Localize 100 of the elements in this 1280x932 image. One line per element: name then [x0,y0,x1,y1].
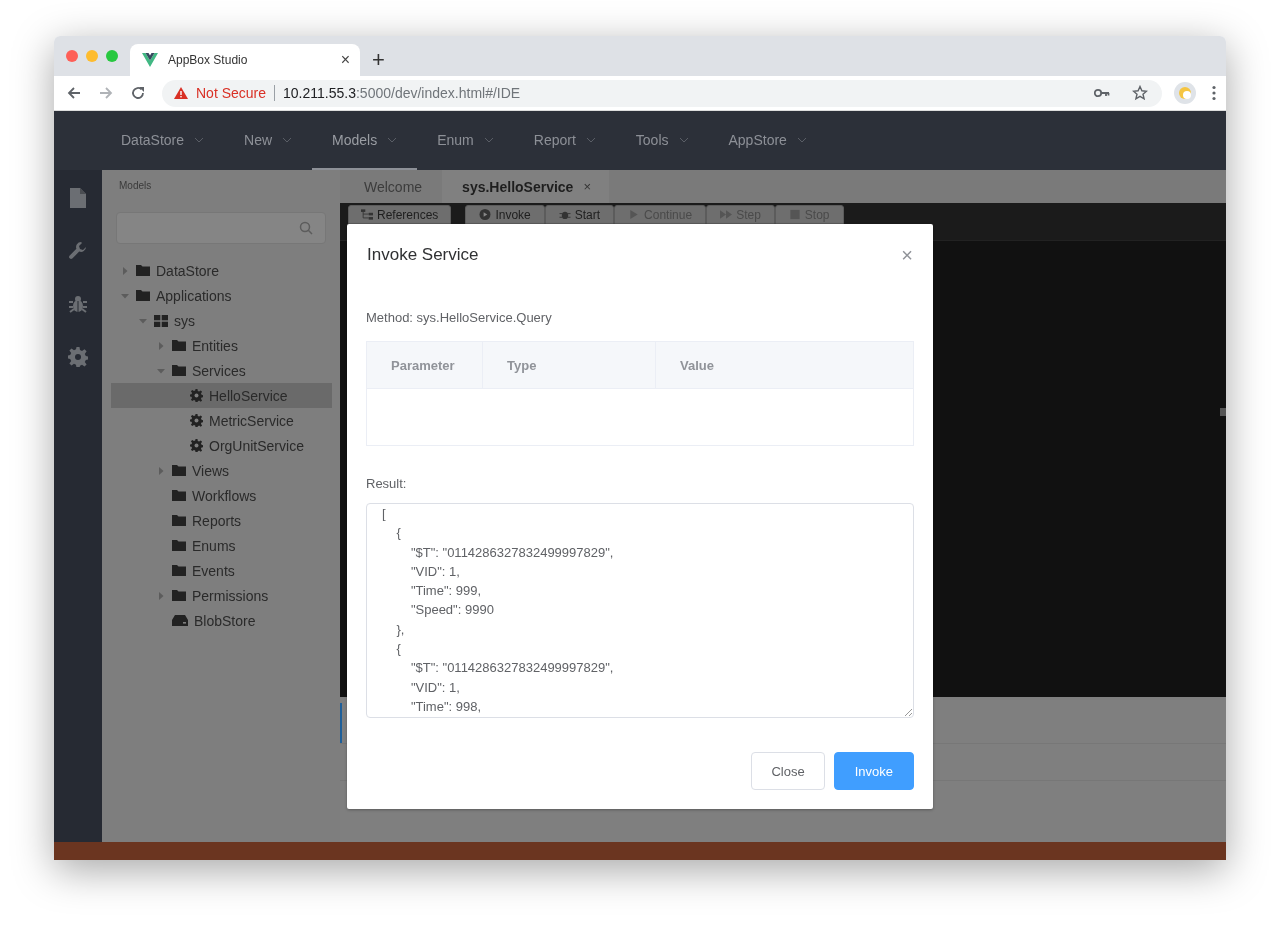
close-window-icon[interactable] [66,50,78,62]
editor-tab[interactable]: sys.HelloService × [442,170,609,203]
close-button[interactable]: Close [751,752,825,790]
folder-icon [172,365,186,376]
tree-item[interactable]: Views [111,458,332,483]
gear-icon [190,414,203,427]
column-header: Parameter [367,342,483,388]
menu-item[interactable]: New [224,111,313,170]
tree-item[interactable]: DataStore [111,258,332,283]
v-logo-icon [142,53,158,67]
tree-item[interactable]: Events [111,558,332,583]
folder-icon [172,565,186,576]
tree-item[interactable]: sys [111,308,332,333]
avatar-icon[interactable] [1174,82,1196,104]
browser-tab[interactable]: AppBox Studio × [130,44,360,76]
panel-title: Models [118,180,152,191]
bug-icon[interactable] [68,294,88,314]
reload-icon[interactable] [130,85,146,101]
column-header: Value [679,356,715,375]
menu-item[interactable]: AppStore [708,111,827,170]
method-label: Method: sys.HelloService.Query [366,310,552,325]
tab-title: AppBox Studio [168,53,249,67]
gear-icon [190,439,203,452]
forward-icon[interactable] [98,85,114,101]
stop-icon [788,209,801,220]
tree-item[interactable]: HelloService [111,383,332,408]
chevron-down-icon [585,136,596,143]
toolbar-button[interactable]: Start [544,205,615,224]
caret-right-icon[interactable] [121,266,129,275]
warning-icon [174,87,188,99]
tab-close-button[interactable]: × [583,179,591,194]
folder-icon [136,290,150,301]
wrench-icon[interactable] [68,241,88,261]
caret-right-icon[interactable] [157,466,165,475]
tree-item[interactable]: Services [111,358,332,383]
result-label: Result: [366,476,407,491]
scrollbar-thumb[interactable] [1220,408,1226,416]
key-icon[interactable] [1094,88,1110,98]
chevron-down-icon [282,136,293,143]
menu-icon[interactable] [1212,85,1216,101]
star-icon[interactable] [1132,85,1148,101]
editor-tab[interactable]: Welcome [344,170,443,203]
folder-icon [136,265,150,276]
tree-item[interactable]: BlobStore [111,608,332,633]
menu-item[interactable]: Tools [615,111,709,170]
caret-down-icon[interactable] [121,291,129,300]
search-field[interactable] [116,212,326,244]
resize-handle-icon[interactable] [904,708,912,716]
hierarchy-icon [361,209,373,220]
dialog-title: Invoke Service [367,245,479,265]
chevron-down-icon [796,136,807,143]
caret-down-icon[interactable] [157,366,165,375]
new-tab-button[interactable]: + [372,49,385,71]
tree-item[interactable]: OrgUnitService [111,433,332,458]
drive-icon [172,615,188,626]
folder-icon [172,465,186,476]
url-text[interactable]: 10.211.55.3:5000/dev/index.html#/IDE [283,85,521,101]
toolbar-button[interactable]: Invoke [465,205,545,224]
panel-tab-indicator[interactable] [340,703,342,743]
folder-icon [172,540,186,551]
security-label[interactable]: Not Secure [196,85,267,101]
file-icon[interactable] [70,188,86,208]
tree-item[interactable]: Applications [111,283,332,308]
fast-forward-icon [720,209,733,220]
settings-icon[interactable] [68,347,88,367]
toolbar-button[interactable]: References [348,205,452,224]
chevron-down-icon [678,136,689,143]
gear-icon [190,389,203,402]
caret-right-icon[interactable] [157,341,165,350]
minimize-window-icon[interactable] [86,50,98,62]
tree-item[interactable]: Workflows [111,483,332,508]
maximize-window-icon[interactable] [106,50,118,62]
folder-icon [172,490,186,501]
column-header: Type [483,342,656,388]
caret-down-icon[interactable] [139,316,147,325]
bug-icon [558,209,571,220]
menu-item[interactable]: DataStore [101,111,225,170]
folder-icon [172,515,186,526]
tab-close-button[interactable]: × [340,52,350,68]
tree-item[interactable]: Entities [111,333,332,358]
folder-icon [172,590,186,601]
tree-item[interactable]: Permissions [111,583,332,608]
menu-item[interactable]: Enum [417,111,514,170]
chevron-down-icon [387,136,398,143]
invoke-button[interactable]: Invoke [833,752,914,790]
close-button[interactable]: × [901,245,913,265]
grid-icon [154,314,168,327]
tree-item[interactable]: Reports [111,508,332,533]
play-circle-icon [479,209,492,220]
chevron-down-icon [483,136,494,143]
result-field[interactable]: [ { "$T": "0114286327832499997829", "VID": 1, "Time": 999, "Speed": 9990 }, { "$T": "0114286327832499997829", "VID": 1, "Time": 998, [366,503,914,718]
caret-right-icon[interactable] [157,591,165,600]
address-bar[interactable]: Not Secure 10.211.55.3:5000/dev/index.html#/IDE [162,79,1162,107]
chevron-down-icon [194,136,205,143]
tree-item[interactable]: MetricService [111,408,332,433]
menu-item[interactable]: Report [513,111,616,170]
folder-icon [172,340,186,351]
tree-item[interactable]: Enums [111,533,332,558]
back-icon[interactable] [66,85,82,101]
play-icon [628,209,641,220]
